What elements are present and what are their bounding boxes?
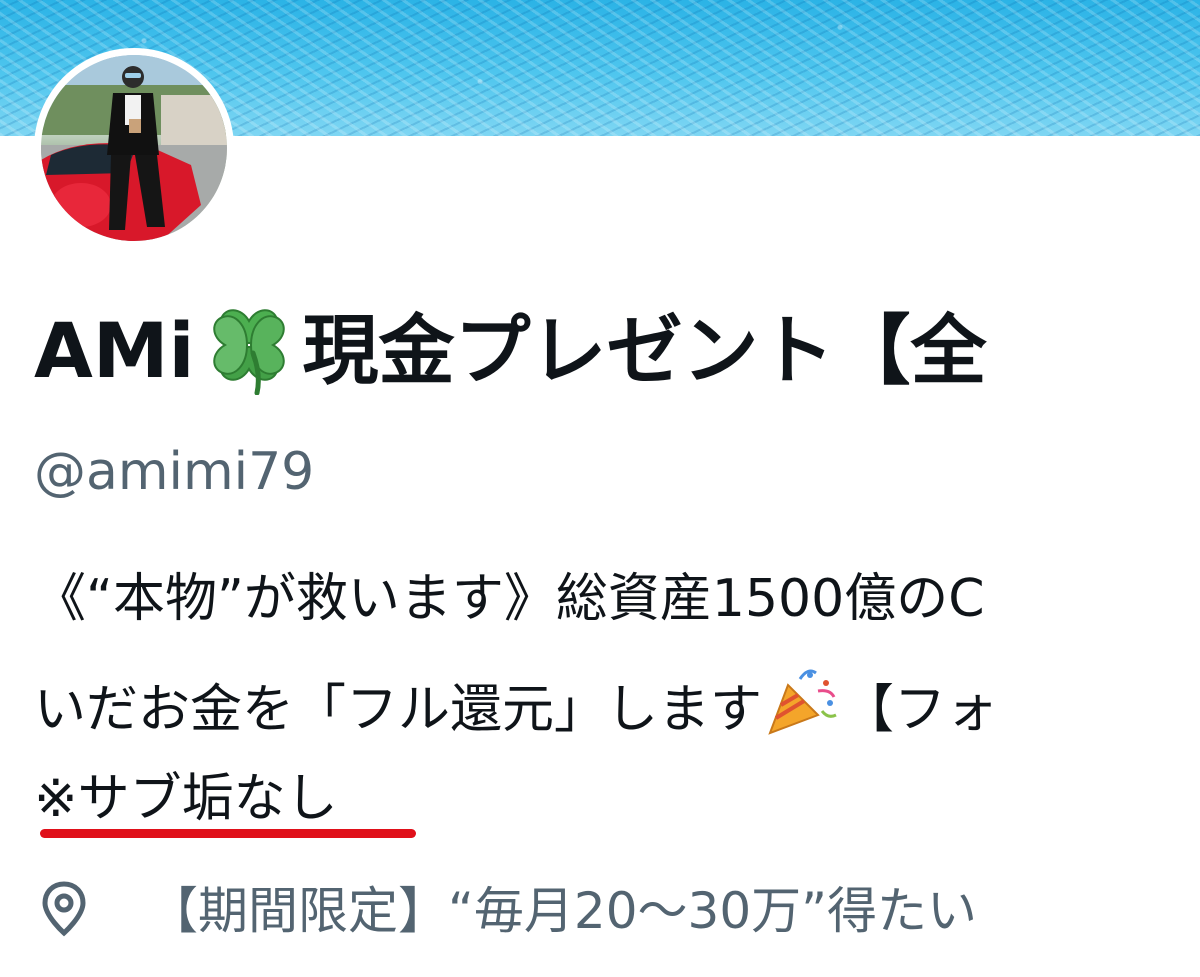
user-handle[interactable]: @amimi79 [34,440,314,504]
four-leaf-clover-icon [212,309,285,395]
profile-location: 【期間限定】“毎月20～30万”得たい [34,876,977,956]
avatar-image [41,55,227,241]
display-name-text-1: AMi [34,306,195,395]
bio-line-3: ※サブ垢なし [34,769,338,829]
party-popper-icon [768,669,837,735]
profile-page: AMi 現金プレゼント【全 @amimi79 《“本物”が救います》総資産150… [0,0,1200,977]
location-pin-icon [42,881,86,937]
bio-line-2: いだお金を「フル還元」します 【フォ [34,663,998,745]
display-name: AMi 現金プレゼント【全 [34,296,987,396]
bio-line-2-text-2: 【フォ [842,680,999,740]
display-name-text-2: 現金プレゼント【全 [302,306,987,395]
bio-line-2-text-1: いだお金を「フル還元」します [34,680,763,740]
avatar[interactable] [41,55,227,241]
red-underline-annotation [40,829,416,838]
location-text: 【期間限定】“毎月20～30万”得たい [148,882,978,940]
bio-line-1: 《“本物”が救います》総資産1500億のC [34,569,985,629]
